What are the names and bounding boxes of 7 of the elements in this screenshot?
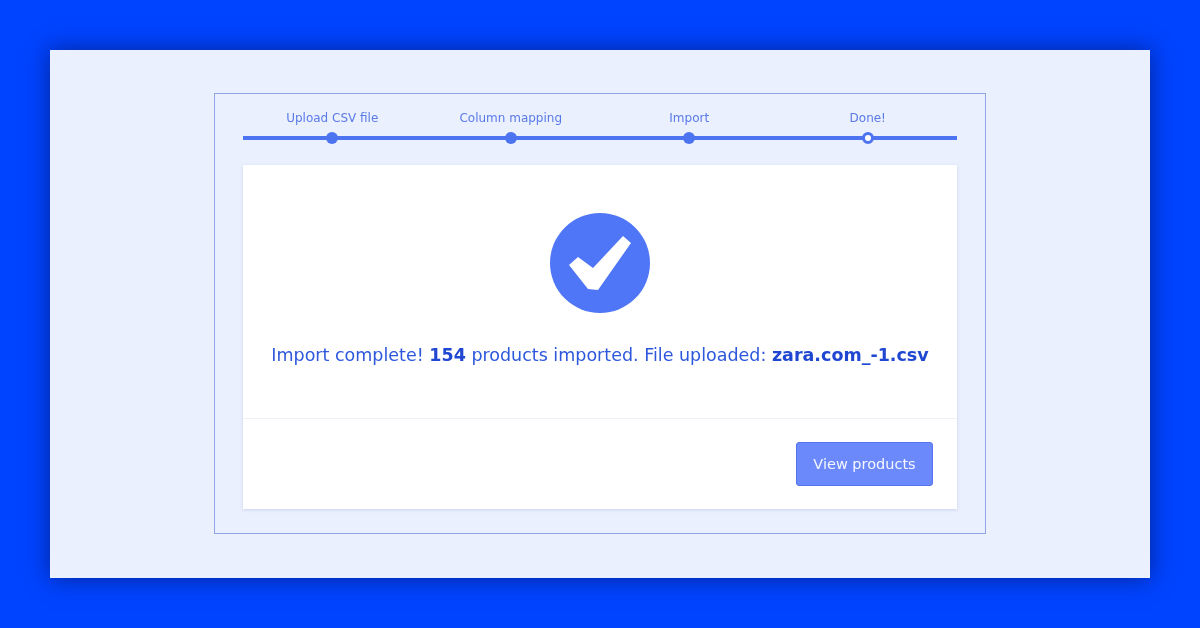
step-label: Column mapping xyxy=(459,110,563,126)
step-label: Done! xyxy=(849,110,886,126)
step-label: Import xyxy=(669,110,710,126)
success-message: Import complete! 154 products imported. File uploaded: zara.com_-1.csv xyxy=(271,344,929,367)
view-products-button[interactable]: View products xyxy=(796,442,933,486)
step-label: Upload CSV file xyxy=(286,110,379,126)
check-circle-icon xyxy=(550,213,650,313)
